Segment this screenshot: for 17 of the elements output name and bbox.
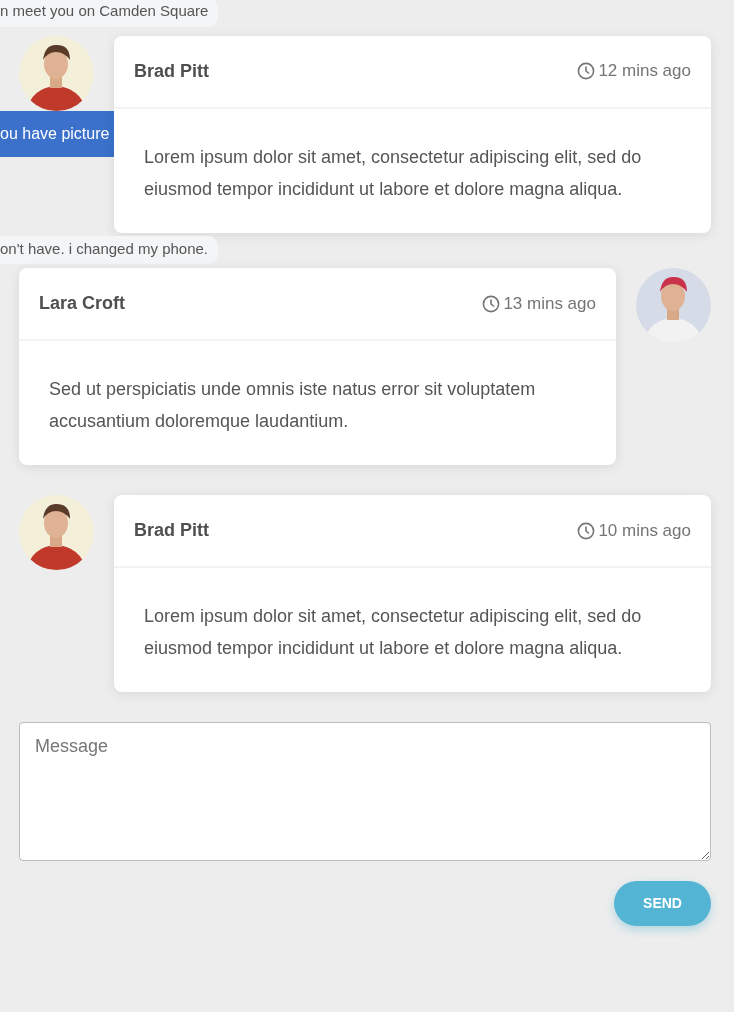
message-bubble: ou have picture xyxy=(0,110,114,157)
timestamp: 10 mins ago xyxy=(598,519,691,542)
clock-icon xyxy=(577,62,596,80)
message-text: Lorem ipsum dolor sit amet, consectetur adipiscing elit, sed do eiusmod tempor incididunt ut labore et dolore magna aliqua. xyxy=(144,605,643,660)
timestamp: 12 mins ago xyxy=(598,60,691,83)
author-name: Brad Pitt xyxy=(134,59,209,83)
author-name: Lara Croft xyxy=(39,292,125,315)
clock-icon xyxy=(577,521,596,540)
message-field[interactable]: Message xyxy=(19,722,711,861)
message-text: Lorem ipsum dolor sit amet, consectetur adipiscing elit, sed do eiusmod tempor incididunt ut labore et dolore magna aliqua. xyxy=(144,145,643,201)
author-name: Brad Pitt xyxy=(134,519,209,542)
message-bubble: n meet you on Camden Square xyxy=(0,0,219,27)
clock-icon xyxy=(482,294,501,313)
send-button[interactable]: SEND xyxy=(614,881,711,926)
message-text: Sed ut perspiciatis unde omnis iste natus error sit voluptatem accusantium doloremque laudantium. xyxy=(49,378,537,433)
timestamp: 13 mins ago xyxy=(503,292,596,315)
message-bubble: on't have. i changed my phone. xyxy=(0,235,218,264)
